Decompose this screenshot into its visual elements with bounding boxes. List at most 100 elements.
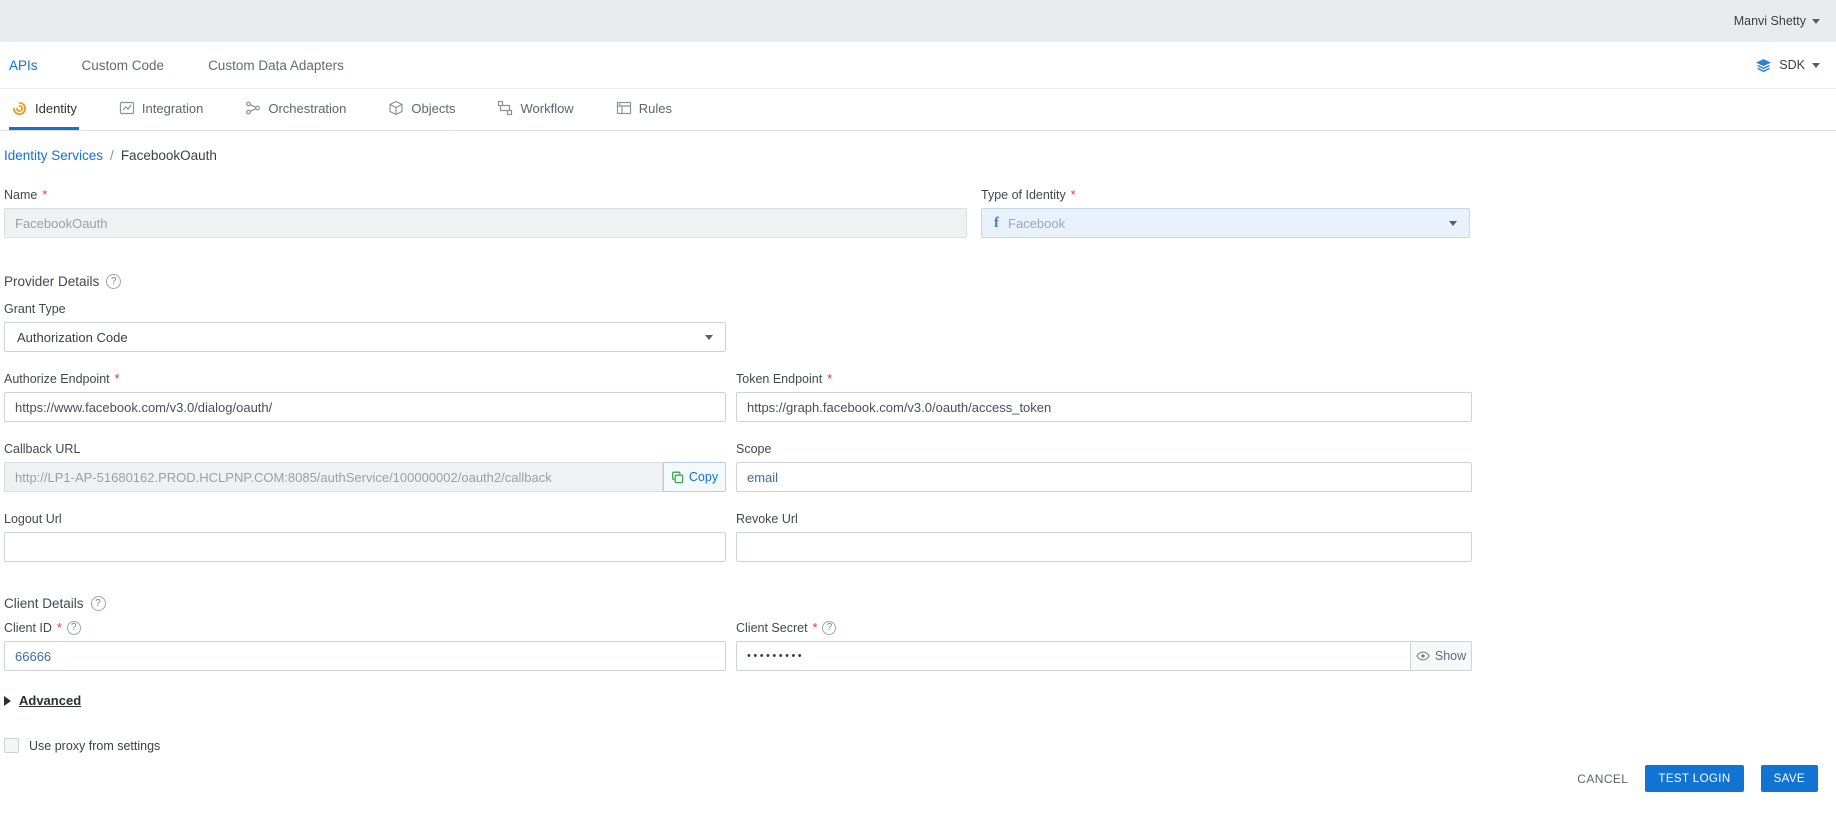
breadcrumb-separator: / xyxy=(110,148,114,163)
nav-item-custom-code[interactable]: Custom Code xyxy=(82,58,165,73)
copy-button[interactable]: Copy xyxy=(663,462,726,492)
user-name: Manvi Shetty xyxy=(1734,14,1806,28)
show-button-label: Show xyxy=(1435,649,1466,663)
content: Identity Services / FacebookOauth Name* … xyxy=(0,131,1836,753)
layers-icon xyxy=(1755,58,1772,73)
tab-identity-label: Identity xyxy=(35,101,77,116)
scope-label: Scope xyxy=(736,441,1472,456)
tab-integration[interactable]: Integration xyxy=(117,89,205,130)
client-secret-label: Client Secret* ? xyxy=(736,620,1472,635)
rules-table-icon xyxy=(616,100,632,116)
proxy-setting-row: Use proxy from settings xyxy=(4,738,1832,753)
token-endpoint-field-group: Token Endpoint* xyxy=(736,371,1472,422)
required-marker: * xyxy=(1071,188,1076,202)
client-id-label: Client ID* ? xyxy=(4,620,726,635)
tab-objects-label: Objects xyxy=(411,101,455,116)
identity-service-edit-page: { "colors": { "accent_blue": "#1173d2", … xyxy=(0,0,1836,817)
caret-down-icon xyxy=(1812,19,1820,24)
sdk-menu[interactable]: SDK xyxy=(1755,58,1820,73)
revoke-url-field-group: Revoke Url xyxy=(736,511,1472,562)
save-button[interactable]: SAVE xyxy=(1761,765,1818,792)
required-marker: * xyxy=(813,621,818,635)
type-of-identity-select: f Facebook xyxy=(981,208,1470,238)
tab-orchestration[interactable]: Orchestration xyxy=(243,89,348,130)
tab-objects[interactable]: Objects xyxy=(386,89,457,130)
copy-button-label: Copy xyxy=(689,470,718,484)
token-endpoint-label: Token Endpoint* xyxy=(736,371,1472,386)
scope-input[interactable] xyxy=(736,462,1472,492)
type-of-identity-label: Type of Identity* xyxy=(981,187,1470,202)
tab-orchestration-label: Orchestration xyxy=(268,101,346,116)
logout-url-field-group: Logout Url xyxy=(4,511,726,562)
name-label: Name* xyxy=(4,187,967,202)
provider-details-help-icon[interactable]: ? xyxy=(106,274,121,289)
expand-arrow-icon xyxy=(4,696,11,706)
tab-rules-label: Rules xyxy=(639,101,672,116)
provider-details-header: Provider Details ? xyxy=(4,274,1832,289)
grant-type-value: Authorization Code xyxy=(17,330,128,345)
token-endpoint-input[interactable] xyxy=(736,392,1472,422)
client-secret-help-icon[interactable]: ? xyxy=(822,621,836,635)
workflow-icon xyxy=(497,100,513,116)
user-menu[interactable]: Manvi Shetty xyxy=(1734,14,1820,28)
topbar: Manvi Shetty xyxy=(0,0,1836,42)
type-of-identity-field-group: Type of Identity* f Facebook xyxy=(981,187,1470,238)
cancel-button[interactable]: CANCEL xyxy=(1577,772,1628,786)
advanced-expander[interactable]: Advanced xyxy=(4,693,81,708)
required-marker: * xyxy=(827,372,832,386)
grant-type-label: Grant Type xyxy=(4,301,726,316)
use-proxy-label: Use proxy from settings xyxy=(29,739,160,753)
required-marker: * xyxy=(57,621,62,635)
footer-actions: CANCEL TEST LOGIN SAVE xyxy=(1577,765,1818,792)
callback-url-input xyxy=(4,462,663,492)
client-secret-field-group: Client Secret* ? Show xyxy=(736,620,1472,671)
name-field-group: Name* xyxy=(4,187,967,238)
client-id-help-icon[interactable]: ? xyxy=(67,621,81,635)
callback-url-field-group: Callback URL Copy xyxy=(4,441,726,492)
callback-url-label: Callback URL xyxy=(4,441,726,456)
objects-cube-icon xyxy=(388,100,404,116)
tab-identity[interactable]: Identity xyxy=(9,89,79,130)
client-id-input[interactable] xyxy=(4,641,726,671)
provider-details-title: Provider Details xyxy=(4,274,99,289)
client-details-title: Client Details xyxy=(4,596,84,611)
nav-item-apis[interactable]: APIs xyxy=(9,58,38,73)
tab-rules[interactable]: Rules xyxy=(614,89,674,130)
grant-type-field-group: Grant Type Authorization Code xyxy=(4,301,726,352)
eye-icon xyxy=(1416,651,1430,661)
callback-scope-row: Callback URL Copy Scope xyxy=(4,441,1832,492)
orchestration-icon xyxy=(245,100,261,116)
client-details-help-icon[interactable]: ? xyxy=(91,596,106,611)
copy-icon xyxy=(671,471,684,484)
authorize-endpoint-input[interactable] xyxy=(4,392,726,422)
tab-workflow[interactable]: Workflow xyxy=(495,89,575,130)
facebook-icon: f xyxy=(994,216,999,231)
integration-icon xyxy=(119,100,135,116)
caret-down-icon xyxy=(705,335,713,340)
test-login-button[interactable]: TEST LOGIN xyxy=(1645,765,1743,792)
required-marker: * xyxy=(115,372,120,386)
grant-type-select[interactable]: Authorization Code xyxy=(4,322,726,352)
revoke-url-input[interactable] xyxy=(736,532,1472,562)
endpoints-row: Authorize Endpoint* Token Endpoint* xyxy=(4,371,1832,422)
client-secret-input[interactable] xyxy=(736,641,1411,671)
type-of-identity-value: Facebook xyxy=(1008,216,1065,231)
show-secret-button[interactable]: Show xyxy=(1411,641,1472,671)
logout-url-input[interactable] xyxy=(4,532,726,562)
client-details-header: Client Details ? xyxy=(4,596,1832,611)
use-proxy-checkbox[interactable] xyxy=(4,738,19,753)
breadcrumb: Identity Services / FacebookOauth xyxy=(4,131,1832,163)
nav-item-custom-data-adapters[interactable]: Custom Data Adapters xyxy=(208,58,344,73)
main-nav: APIs Custom Code Custom Data Adapters SD… xyxy=(0,42,1836,89)
breadcrumb-current: FacebookOauth xyxy=(121,148,217,163)
client-credentials-row: Client ID* ? Client Secret* ? xyxy=(4,620,1832,671)
breadcrumb-identity-services-link[interactable]: Identity Services xyxy=(4,148,103,163)
tab-workflow-label: Workflow xyxy=(520,101,573,116)
name-input xyxy=(4,208,967,238)
revoke-url-label: Revoke Url xyxy=(736,511,1472,526)
tab-integration-label: Integration xyxy=(142,101,203,116)
advanced-label: Advanced xyxy=(19,693,81,708)
sdk-label: SDK xyxy=(1779,58,1805,72)
caret-down-icon xyxy=(1449,221,1457,226)
identity-spiral-icon xyxy=(11,100,28,117)
